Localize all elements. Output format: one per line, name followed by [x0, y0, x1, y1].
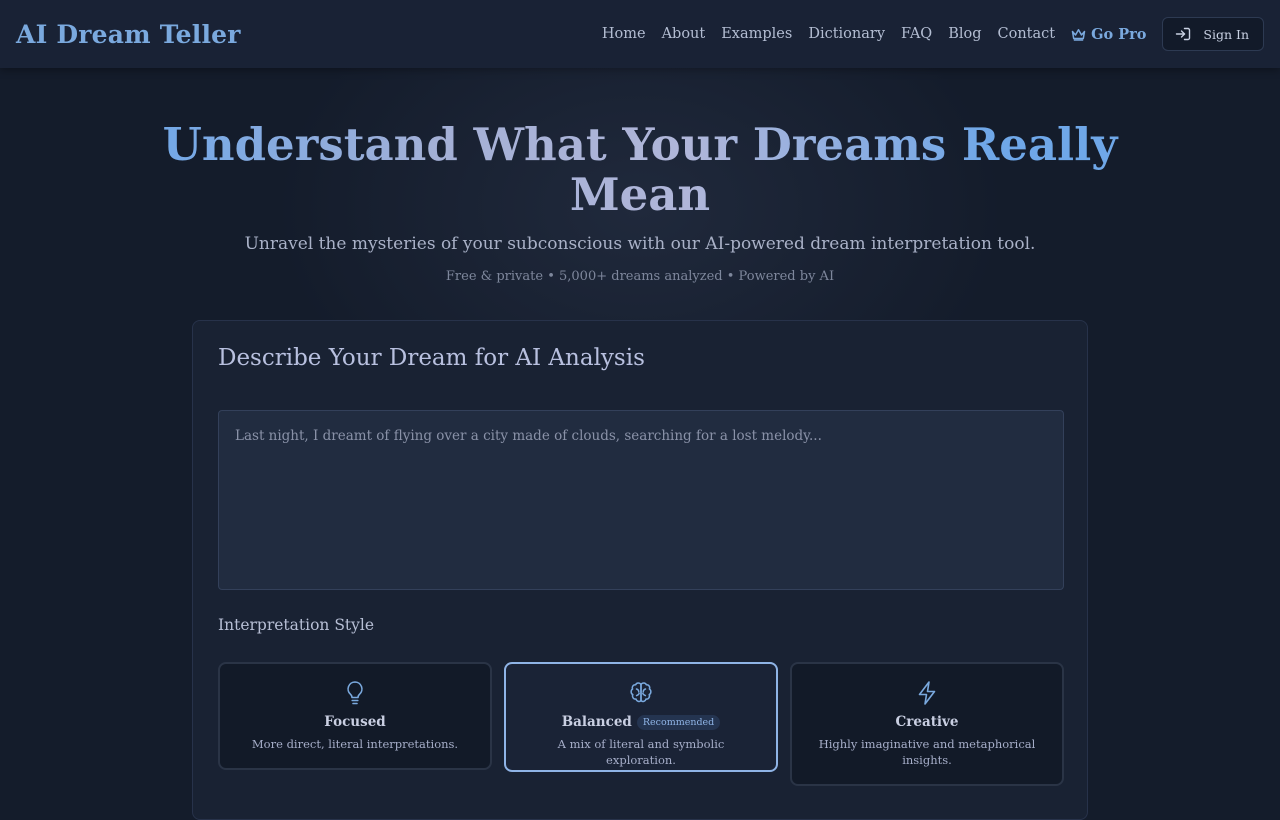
nav-link-about[interactable]: About [662, 26, 706, 42]
style-name: Creative [895, 714, 959, 730]
nav-link-home[interactable]: Home [602, 26, 646, 42]
nav-link-examples[interactable]: Examples [721, 26, 792, 42]
sign-in-button[interactable]: Sign In [1162, 17, 1264, 51]
style-name-row: Balanced Recommended [506, 714, 776, 730]
style-description: More direct, literal interpretations. [251, 737, 459, 751]
site-header: AI Dream Teller Home About Examples Dict… [0, 0, 1280, 68]
nav-link-dictionary[interactable]: Dictionary [808, 26, 885, 42]
dream-input[interactable] [218, 410, 1064, 590]
nav-link-blog[interactable]: Blog [948, 26, 981, 42]
nav-link-contact[interactable]: Contact [998, 26, 1056, 42]
form-title: Describe Your Dream for AI Analysis [218, 345, 645, 371]
interpretation-style-label: Interpretation Style [218, 616, 375, 634]
main-nav: Home About Examples Dictionary FAQ Blog … [602, 17, 1264, 51]
go-pro-label: Go Pro [1091, 25, 1147, 43]
hero-title: Understand What Your Dreams Really Mean [140, 120, 1140, 220]
style-name: Focused [324, 714, 386, 730]
site-logo[interactable]: AI Dream Teller [16, 20, 241, 49]
hero-subtitle: Unravel the mysteries of your subconscio… [244, 234, 1036, 254]
style-name-row: Focused [220, 714, 490, 730]
style-option-balanced[interactable]: Balanced Recommended A mix of literal an… [504, 662, 778, 772]
style-option-focused[interactable]: Focused More direct, literal interpretat… [218, 662, 492, 770]
style-description: A mix of literal and symbolic exploratio… [557, 737, 725, 767]
style-description: Highly imaginative and metaphorical insi… [818, 737, 1036, 767]
hero-meta: Free & private • 5,000+ dreams analyzed … [445, 269, 835, 284]
crown-icon [1071, 28, 1086, 41]
go-pro-link[interactable]: Go Pro [1071, 26, 1146, 43]
sign-in-icon [1176, 27, 1191, 41]
sign-in-label: Sign In [1203, 26, 1249, 42]
style-option-creative[interactable]: Creative Highly imaginative and metaphor… [790, 662, 1064, 786]
style-name: Balanced [561, 714, 632, 730]
dream-form-card: Describe Your Dream for AI Analysis Inte… [192, 320, 1088, 820]
lightning-icon [918, 681, 936, 705]
style-name-row: Creative [792, 714, 1062, 730]
recommended-badge: Recommended [636, 714, 721, 730]
brain-icon [630, 682, 652, 703]
nav-link-faq[interactable]: FAQ [901, 26, 932, 42]
lightbulb-icon [347, 681, 363, 705]
